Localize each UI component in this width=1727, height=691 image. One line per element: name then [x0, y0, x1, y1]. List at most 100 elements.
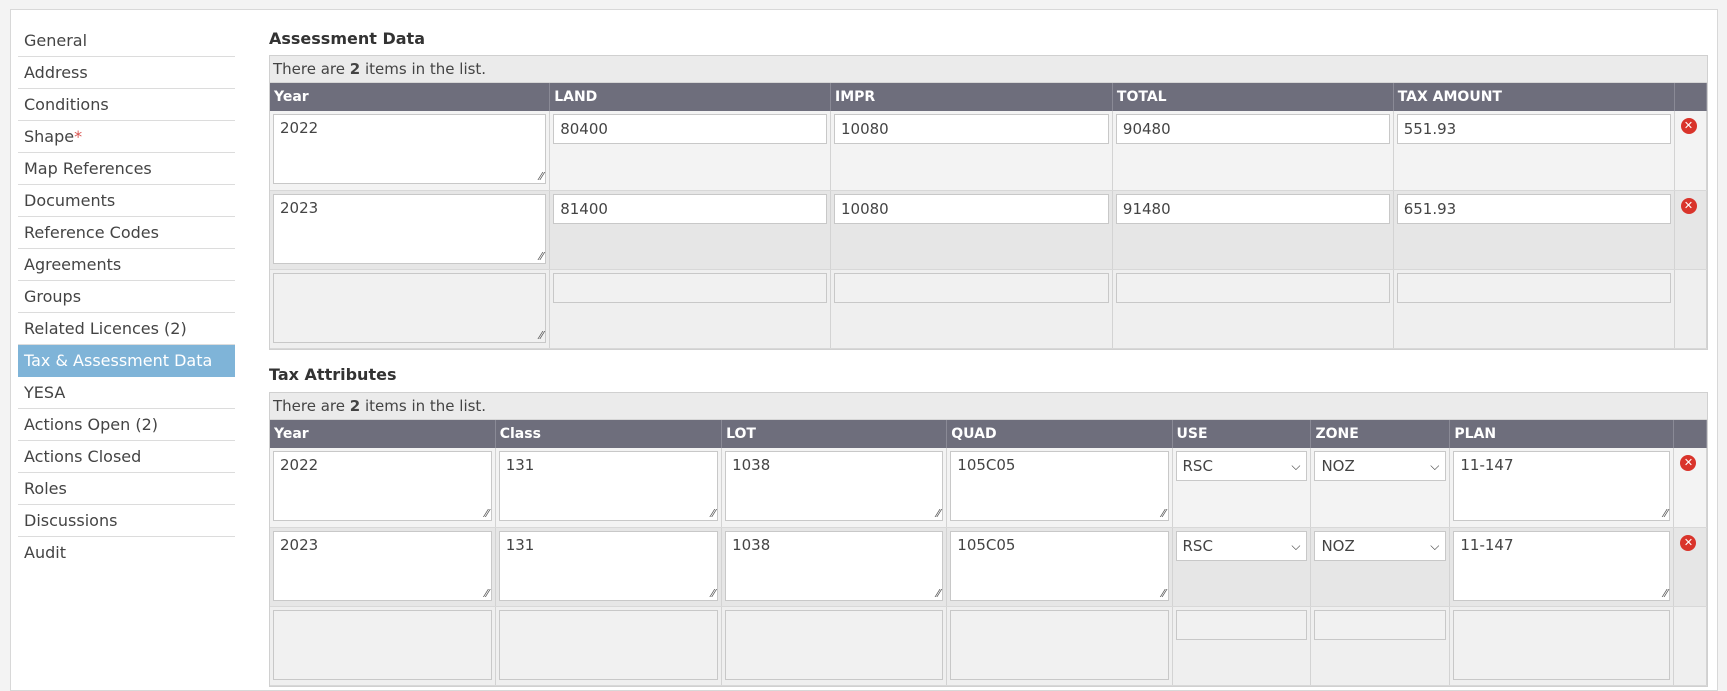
col-header-use[interactable]: USE — [1172, 420, 1312, 448]
col-header-class[interactable]: Class — [495, 420, 723, 448]
resize-grip-icon[interactable]: ⁄⁄ — [1162, 508, 1166, 519]
col-header-land[interactable]: LAND — [549, 83, 831, 111]
sidebar-item-yesa[interactable]: YESA — [18, 377, 235, 409]
sidebar-item-roles[interactable]: Roles — [18, 473, 235, 505]
assessment-grid: There are 2 items in the list. Year LAND… — [269, 55, 1708, 350]
resize-grip-icon[interactable]: ⁄⁄ — [937, 588, 941, 599]
sidebar-item-actions-closed[interactable]: Actions Closed — [18, 441, 235, 473]
required-marker: * — [74, 127, 83, 146]
resize-grip-icon[interactable]: ⁄⁄ — [540, 171, 544, 182]
resize-grip-icon[interactable]: ⁄⁄ — [1664, 588, 1668, 599]
tax-attributes-grid: There are 2 items in the list. Year Clas… — [269, 392, 1708, 687]
delete-circle-icon[interactable]: ✕ — [1680, 534, 1697, 551]
new-year-textarea[interactable]: ⁄⁄ — [273, 272, 547, 343]
total-input[interactable]: 91480 — [1115, 193, 1390, 224]
new-zone-select[interactable] — [1314, 609, 1447, 640]
new-total-input[interactable] — [1115, 272, 1390, 303]
use-select[interactable]: RSC ⌵ — [1175, 451, 1308, 481]
chevron-down-icon: ⌵ — [1430, 459, 1440, 473]
sidebar-item-actions-open[interactable]: Actions Open (2) — [18, 409, 235, 441]
new-lot-textarea[interactable] — [725, 609, 944, 680]
page-frame: General Address Conditions Shape* Map Re… — [10, 9, 1718, 691]
new-use-select[interactable] — [1175, 609, 1308, 640]
chevron-down-icon: ⌵ — [1291, 538, 1301, 553]
col-header-lot[interactable]: LOT — [721, 420, 948, 448]
tax-attributes-section-title: Tax Attributes — [269, 365, 397, 384]
col-header-year[interactable]: Year — [270, 83, 551, 111]
year-textarea[interactable]: 2023 ⁄⁄ — [273, 530, 492, 601]
tax-attributes-table: Year Class LOT QUAD USE ZONE PLAN 2022 ⁄⁄… — [270, 420, 1707, 686]
col-header-actions — [1673, 420, 1707, 448]
tax-amount-input[interactable]: 651.93 — [1396, 193, 1671, 224]
resize-grip-icon[interactable]: ⁄⁄ — [540, 251, 544, 262]
resize-grip-icon[interactable]: ⁄⁄ — [1162, 588, 1166, 599]
chevron-down-icon: ⌵ — [1430, 538, 1440, 553]
sidebar-item-audit[interactable]: Audit — [18, 537, 235, 568]
sidebar-item-agreements[interactable]: Agreements — [18, 249, 235, 281]
new-tax-amount-input[interactable] — [1396, 272, 1671, 303]
chevron-down-icon: ⌵ — [1291, 459, 1301, 473]
sidebar-item-general[interactable]: General — [18, 25, 235, 57]
tax-attributes-count-bar: There are 2 items in the list. — [270, 393, 1707, 420]
resize-grip-icon[interactable]: ⁄⁄ — [1664, 508, 1668, 519]
use-select[interactable]: RSC ⌵ — [1175, 530, 1308, 561]
col-header-total[interactable]: TOTAL — [1112, 83, 1394, 111]
new-plan-textarea[interactable] — [1453, 609, 1671, 680]
col-header-actions — [1674, 83, 1707, 111]
new-class-textarea[interactable] — [498, 609, 719, 680]
impr-input[interactable]: 10080 — [833, 114, 1109, 144]
sidebar-item-related-licences[interactable]: Related Licences (2) — [18, 313, 235, 345]
lot-textarea[interactable]: 1038 ⁄⁄ — [725, 451, 944, 521]
delete-circle-icon[interactable]: ✕ — [1680, 455, 1697, 471]
quad-textarea[interactable]: 105C05 ⁄⁄ — [950, 451, 1169, 521]
land-input[interactable]: 80400 — [553, 114, 827, 144]
sidebar-item-documents[interactable]: Documents — [18, 185, 235, 217]
plan-textarea[interactable]: 11-147 ⁄⁄ — [1453, 530, 1671, 601]
col-header-tax-amount[interactable]: TAX AMOUNT — [1393, 83, 1675, 111]
year-textarea[interactable]: 2023 ⁄⁄ — [273, 193, 547, 264]
class-textarea[interactable]: 131 ⁄⁄ — [498, 530, 719, 601]
sidebar-item-conditions[interactable]: Conditions — [18, 89, 235, 121]
land-input[interactable]: 81400 — [553, 193, 827, 224]
new-year-textarea[interactable] — [273, 609, 492, 680]
new-row — [270, 606, 1707, 686]
table-row: 2022 ⁄⁄ 131 ⁄⁄ 1038 ⁄⁄ 105C05 ⁄⁄ RSC ⌵ NOZ ⌵ 1… — [270, 448, 1707, 528]
resize-grip-icon[interactable]: ⁄⁄ — [540, 330, 544, 341]
col-header-impr[interactable]: IMPR — [830, 83, 1113, 111]
total-input[interactable]: 90480 — [1115, 114, 1390, 144]
impr-input[interactable]: 10080 — [833, 193, 1109, 224]
resize-grip-icon[interactable]: ⁄⁄ — [485, 588, 489, 599]
new-row: ⁄⁄ — [270, 269, 1707, 349]
col-header-plan[interactable]: PLAN — [1449, 420, 1675, 448]
assessment-header-row: Year LAND IMPR TOTAL TAX AMOUNT — [270, 83, 1707, 111]
new-land-input[interactable] — [553, 272, 827, 303]
tax-amount-input[interactable]: 551.93 — [1396, 114, 1671, 144]
year-textarea[interactable]: 2022 ⁄⁄ — [273, 114, 547, 184]
class-textarea[interactable]: 131 ⁄⁄ — [498, 451, 719, 521]
resize-grip-icon[interactable]: ⁄⁄ — [711, 508, 715, 519]
sidebar-item-discussions[interactable]: Discussions — [18, 505, 235, 537]
col-header-year[interactable]: Year — [270, 420, 496, 448]
col-header-zone[interactable]: ZONE — [1310, 420, 1451, 448]
quad-textarea[interactable]: 105C05 ⁄⁄ — [950, 530, 1169, 601]
sidebar-item-tax-assessment[interactable]: Tax & Assessment Data — [18, 345, 235, 377]
lot-textarea[interactable]: 1038 ⁄⁄ — [725, 530, 944, 601]
sidebar-item-map-references[interactable]: Map References — [18, 153, 235, 185]
resize-grip-icon[interactable]: ⁄⁄ — [937, 508, 941, 519]
sidebar-item-address[interactable]: Address — [18, 57, 235, 89]
zone-select[interactable]: NOZ ⌵ — [1314, 451, 1447, 481]
new-quad-textarea[interactable] — [950, 609, 1169, 680]
resize-grip-icon[interactable]: ⁄⁄ — [711, 588, 715, 599]
col-header-quad[interactable]: QUAD — [946, 420, 1173, 448]
year-textarea[interactable]: 2022 ⁄⁄ — [273, 451, 492, 521]
zone-select[interactable]: NOZ ⌵ — [1314, 530, 1447, 561]
plan-textarea[interactable]: 11-147 ⁄⁄ — [1453, 451, 1671, 521]
delete-circle-icon[interactable]: ✕ — [1680, 118, 1697, 134]
sidebar-item-reference-codes[interactable]: Reference Codes — [18, 217, 235, 249]
table-row: 2023 ⁄⁄ 81400 10080 91480 651.93 ✕ — [270, 190, 1707, 270]
sidebar-item-shape[interactable]: Shape* — [18, 121, 235, 153]
delete-circle-icon[interactable]: ✕ — [1680, 197, 1697, 214]
resize-grip-icon[interactable]: ⁄⁄ — [485, 508, 489, 519]
new-impr-input[interactable] — [833, 272, 1109, 303]
sidebar-item-groups[interactable]: Groups — [18, 281, 235, 313]
